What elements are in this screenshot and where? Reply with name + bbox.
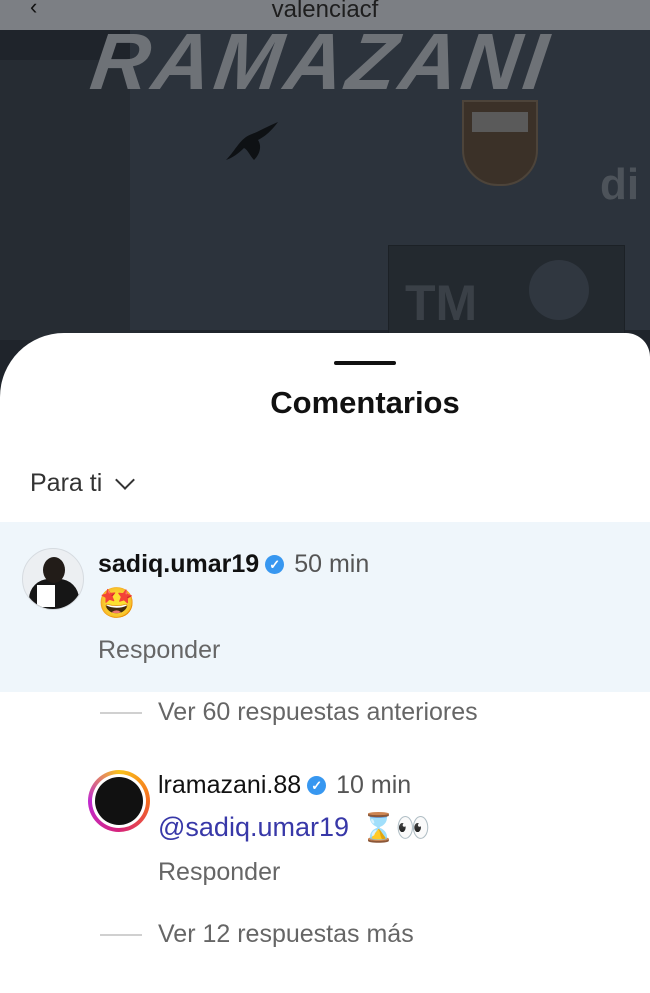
- reply-time: 10 min: [336, 771, 412, 799]
- comment-header: sadiq.umar19 ✓ 50 min: [98, 550, 369, 579]
- top-bar: ‹ valenciacf: [0, 0, 650, 30]
- comment-item: sadiq.umar19 ✓ 50 min 🤩 Responder: [0, 522, 650, 692]
- jersey-name: RAMAZANI: [85, 17, 557, 106]
- sheet-drag-handle[interactable]: [334, 361, 396, 365]
- view-more-replies-label: Ver 12 respuestas más: [158, 920, 414, 948]
- sheet-title: Comentarios: [270, 385, 460, 420]
- club-crest-icon: [462, 100, 538, 186]
- reply-text: @sadiq.umar19 ⌛👀: [158, 811, 431, 844]
- reply-button[interactable]: Responder: [158, 858, 280, 887]
- view-more-replies-button[interactable]: Ver 12 respuestas más: [100, 920, 414, 949]
- post-account-name[interactable]: valenciacf: [0, 0, 650, 24]
- reply-button[interactable]: Responder: [98, 636, 220, 665]
- comment-text: 🤩: [98, 587, 136, 620]
- comment-username[interactable]: sadiq.umar19: [98, 550, 259, 579]
- thread-line: [100, 933, 142, 936]
- sort-filter-dropdown[interactable]: Para ti: [30, 469, 136, 498]
- verified-badge-icon: ✓: [265, 555, 285, 574]
- puma-logo-icon: [222, 120, 282, 170]
- comments-sheet: Comentarios Para ti sadiq.umar19 ✓ 50 mi…: [0, 333, 650, 993]
- reply-header: lramazani.88 ✓ 10 min: [158, 771, 411, 800]
- verified-badge-icon: ✓: [307, 776, 327, 795]
- sort-filter-label: Para ti: [30, 469, 103, 497]
- mention-link[interactable]: @sadiq.umar19: [158, 812, 349, 843]
- avatar[interactable]: [22, 548, 84, 610]
- view-previous-replies-label: Ver 60 respuestas anteriores: [158, 698, 478, 726]
- thread-line: [100, 711, 142, 714]
- reply-username[interactable]: lramazani.88: [158, 771, 301, 800]
- avatar[interactable]: [88, 770, 150, 832]
- sponsor-logo-text: TM: [405, 275, 478, 331]
- sleeve-text: di: [600, 160, 640, 209]
- comment-time: 50 min: [294, 550, 370, 578]
- reply-emojis: ⌛👀: [361, 812, 431, 843]
- chevron-down-icon: [115, 469, 136, 490]
- sponsor-circle: [529, 260, 589, 320]
- view-previous-replies-button[interactable]: Ver 60 respuestas anteriores: [100, 698, 478, 727]
